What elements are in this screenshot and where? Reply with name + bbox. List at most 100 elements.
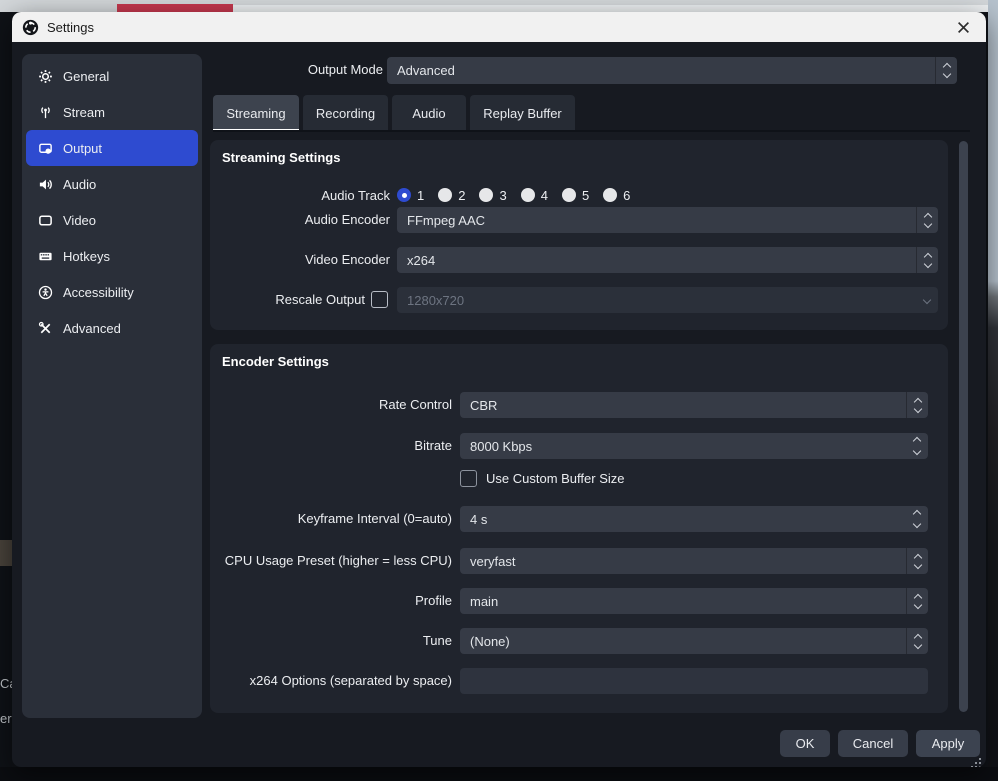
x264-options-input[interactable] [460, 668, 928, 694]
monitor-icon [38, 213, 53, 228]
rescale-output-checkbox[interactable] [371, 291, 388, 308]
sidebar-item-label: Audio [63, 177, 96, 192]
rate-control-select[interactable]: CBR [460, 392, 928, 418]
tune-label: Tune [210, 633, 452, 648]
audio-track-radio-1[interactable]: 1 [397, 188, 424, 203]
radio-icon [521, 188, 535, 202]
use-custom-buffer-label: Use Custom Buffer Size [486, 471, 624, 486]
output-mode-select[interactable]: Advanced [387, 57, 957, 84]
bitrate-label: Bitrate [210, 438, 452, 453]
audio-encoder-select[interactable]: FFmpeg AAC [397, 207, 938, 233]
video-encoder-label: Video Encoder [210, 252, 390, 267]
sidebar-item-label: Advanced [63, 321, 121, 336]
chevron-updown-icon [906, 588, 928, 614]
background-text-fragment: er [0, 711, 12, 726]
sidebar-item-label: Accessibility [63, 285, 134, 300]
desktop-white-strip [233, 5, 988, 12]
tab-recording[interactable]: Recording [303, 95, 388, 131]
settings-window: Settings General [12, 12, 986, 767]
speaker-icon [38, 177, 53, 192]
desktop-background-left [0, 12, 12, 781]
resize-grip[interactable] [971, 758, 981, 767]
tab-divider [213, 130, 970, 132]
streaming-settings-card: Streaming Settings Audio Track 1 2 3 4 5… [210, 140, 948, 330]
sidebar-item-label: Output [63, 141, 102, 156]
use-custom-buffer-checkbox[interactable] [460, 470, 477, 487]
sidebar-item-advanced[interactable]: Advanced [26, 310, 198, 346]
scrollbar-thumb[interactable] [959, 141, 968, 712]
spinner-arrows-icon[interactable] [906, 506, 928, 532]
audio-track-radio-5[interactable]: 5 [562, 188, 589, 203]
use-custom-buffer-row: Use Custom Buffer Size [460, 470, 624, 487]
audio-track-radio-3[interactable]: 3 [479, 188, 506, 203]
sidebar: General Stream Output [22, 54, 202, 718]
audio-track-radio-group: 1 2 3 4 5 6 [397, 183, 630, 207]
sidebar-item-video[interactable]: Video [26, 202, 198, 238]
audio-track-radio-2[interactable]: 2 [438, 188, 465, 203]
audio-encoder-label: Audio Encoder [210, 212, 390, 227]
radio-icon [438, 188, 452, 202]
audio-track-radio-4[interactable]: 4 [521, 188, 548, 203]
keyframe-interval-label: Keyframe Interval (0=auto) [210, 511, 452, 526]
gear-icon [38, 69, 53, 84]
radio-selected-icon [397, 188, 411, 202]
tools-icon [38, 321, 53, 336]
chevron-updown-icon [906, 628, 928, 654]
ok-button[interactable]: OK [780, 730, 830, 757]
cpu-usage-preset-label: CPU Usage Preset (higher = less CPU) [210, 553, 452, 568]
desktop-red-tab [117, 4, 233, 12]
video-encoder-select[interactable]: x264 [397, 247, 938, 273]
sidebar-item-accessibility[interactable]: Accessibility [26, 274, 198, 310]
rescale-output-label: Rescale Output [210, 292, 365, 307]
chevron-updown-icon [935, 57, 957, 84]
chevron-down-icon [916, 287, 938, 313]
output-mode-value: Advanced [387, 63, 935, 78]
apply-button[interactable]: Apply [916, 730, 980, 757]
audio-track-radio-6[interactable]: 6 [603, 188, 630, 203]
tab-streaming[interactable]: Streaming [213, 95, 299, 131]
sidebar-item-stream[interactable]: Stream [26, 94, 198, 130]
encoder-settings-card: Encoder Settings Rate Control CBR Bitrat… [210, 344, 948, 713]
cancel-button[interactable]: Cancel [838, 730, 908, 757]
desktop-background-photo-sliver [0, 540, 12, 566]
radio-icon [562, 188, 576, 202]
close-icon[interactable] [950, 16, 976, 38]
output-mode-label: Output Mode [172, 57, 383, 83]
profile-label: Profile [210, 593, 452, 608]
profile-select[interactable]: main [460, 588, 928, 614]
section-title: Streaming Settings [222, 150, 340, 165]
sidebar-item-label: Stream [63, 105, 105, 120]
tab-audio[interactable]: Audio [392, 95, 466, 131]
radio-icon [603, 188, 617, 202]
keyframe-interval-spinner[interactable]: 4 s [460, 506, 928, 532]
sidebar-item-output[interactable]: Output [26, 130, 198, 166]
x264-options-label: x264 Options (separated by space) [210, 673, 452, 688]
window-title: Settings [47, 20, 94, 35]
chevron-updown-icon [916, 207, 938, 233]
spinner-arrows-icon[interactable] [906, 433, 928, 459]
keyboard-icon [38, 249, 53, 264]
sidebar-item-audio[interactable]: Audio [26, 166, 198, 202]
bitrate-spinner[interactable]: 8000 Kbps [460, 433, 928, 459]
titlebar: Settings [12, 12, 986, 42]
accessibility-icon [38, 285, 53, 300]
antenna-icon [38, 105, 53, 120]
chevron-updown-icon [906, 392, 928, 418]
cpu-usage-preset-select[interactable]: veryfast [460, 548, 928, 574]
desktop-background-right [988, 0, 998, 781]
section-title: Encoder Settings [222, 354, 329, 369]
rescale-resolution-combobox: 1280x720 [397, 287, 938, 313]
sidebar-item-label: Hotkeys [63, 249, 110, 264]
tab-replay-buffer[interactable]: Replay Buffer [470, 95, 575, 131]
sidebar-item-label: Video [63, 213, 96, 228]
chevron-updown-icon [906, 548, 928, 574]
output-icon [38, 141, 53, 156]
rate-control-label: Rate Control [210, 397, 452, 412]
sidebar-item-hotkeys[interactable]: Hotkeys [26, 238, 198, 274]
desktop-background-bottom [0, 767, 998, 781]
sidebar-item-label: General [63, 69, 109, 84]
audio-track-label: Audio Track [210, 188, 390, 203]
tune-select[interactable]: (None) [460, 628, 928, 654]
radio-icon [479, 188, 493, 202]
obs-logo-icon [22, 19, 39, 36]
